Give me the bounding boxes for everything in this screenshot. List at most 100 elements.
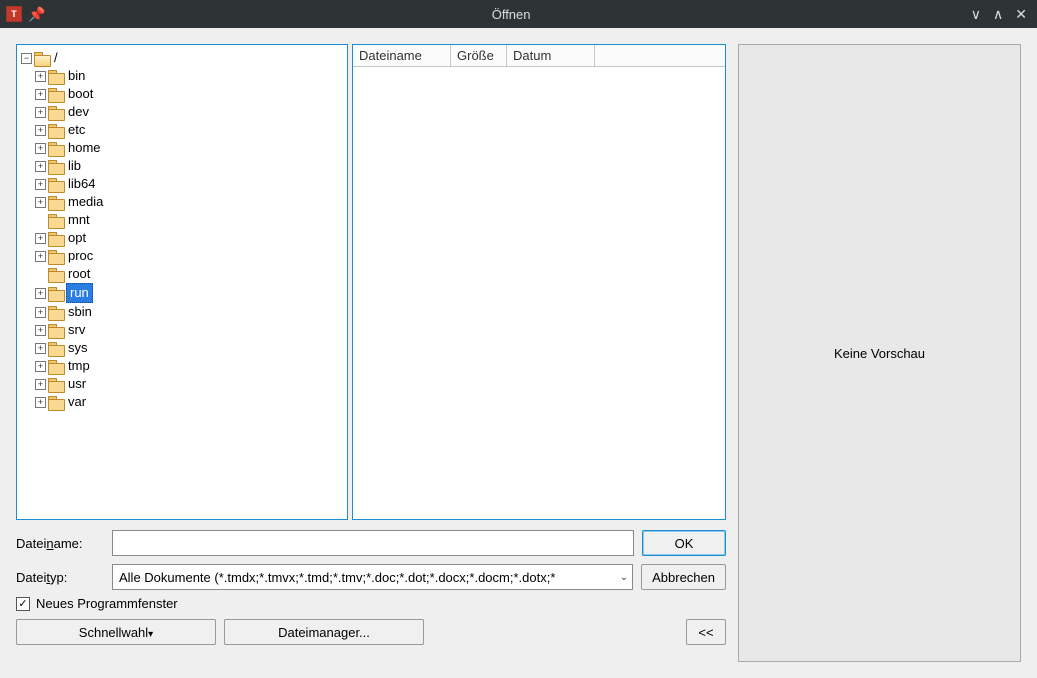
- tree-node-label: lib: [66, 157, 83, 175]
- tree-node[interactable]: +srv: [35, 321, 345, 339]
- expand-icon[interactable]: +: [35, 161, 46, 172]
- folder-icon: [48, 70, 64, 83]
- form-rows: Dateiname: OK Dateityp: Alle Dokumente (…: [16, 530, 726, 590]
- tree-node[interactable]: +opt: [35, 229, 345, 247]
- folder-icon: [48, 178, 64, 191]
- bottom-buttons: Schnellwahl Dateimanager... <<: [16, 619, 726, 645]
- collapse-preview-button[interactable]: <<: [686, 619, 726, 645]
- expand-icon[interactable]: +: [35, 179, 46, 190]
- tree-node[interactable]: mnt: [35, 211, 345, 229]
- tree-root-label: /: [52, 49, 60, 67]
- tree-node[interactable]: + sbin: [35, 303, 345, 321]
- filename-input[interactable]: [112, 530, 634, 556]
- tree-node[interactable]: + home: [35, 139, 345, 157]
- expand-icon[interactable]: +: [35, 125, 46, 136]
- tree-node[interactable]: +boot: [35, 85, 345, 103]
- tree-node[interactable]: + run: [35, 283, 345, 303]
- expand-icon[interactable]: +: [35, 251, 46, 262]
- tree-node-label: var: [66, 393, 88, 411]
- caret-down-icon: [148, 625, 153, 640]
- expand-icon[interactable]: +: [35, 143, 46, 154]
- tree-node[interactable]: + lib64: [35, 175, 345, 193]
- folder-icon: [48, 106, 64, 119]
- quick-select-button[interactable]: Schnellwahl: [16, 619, 216, 645]
- tree-node-label: lib64: [66, 175, 97, 193]
- expand-icon[interactable]: +: [35, 379, 46, 390]
- expand-icon[interactable]: +: [35, 307, 46, 318]
- expand-icon[interactable]: +: [35, 361, 46, 372]
- tree-node-label: usr: [66, 375, 88, 393]
- tree-node[interactable]: +dev: [35, 103, 345, 121]
- folder-icon: [48, 324, 64, 337]
- tree-node-label: mnt: [66, 211, 92, 229]
- new-window-checkbox[interactable]: ✓: [16, 597, 30, 611]
- tree-node[interactable]: root: [35, 265, 345, 283]
- folder-icon: [48, 88, 64, 101]
- tree-node[interactable]: +sys: [35, 339, 345, 357]
- expand-icon[interactable]: +: [35, 107, 46, 118]
- tree-node[interactable]: + usr: [35, 375, 345, 393]
- tree-node[interactable]: + var: [35, 393, 345, 411]
- file-list[interactable]: Dateiname Größe Datum: [352, 44, 726, 520]
- minimize-icon[interactable]: ∨: [971, 6, 981, 23]
- tree-node-label: home: [66, 139, 103, 157]
- expand-icon[interactable]: +: [35, 233, 46, 244]
- folder-icon: [48, 287, 64, 300]
- expand-icon[interactable]: +: [35, 89, 46, 100]
- folder-icon: [48, 232, 64, 245]
- folder-icon: [48, 160, 64, 173]
- col-filename[interactable]: Dateiname: [353, 45, 451, 67]
- col-size[interactable]: Größe: [451, 45, 507, 67]
- folder-tree[interactable]: − / +bin+boot+dev+etc+home+lib+lib64+med…: [16, 44, 348, 520]
- cancel-button[interactable]: Abbrechen: [641, 564, 726, 590]
- expand-icon[interactable]: +: [35, 325, 46, 336]
- open-dialog-window: T 📌 Öffnen ∨ ∧ ✕ − /: [0, 0, 1037, 678]
- tree-node[interactable]: + lib: [35, 157, 345, 175]
- folder-icon: [48, 306, 64, 319]
- folder-icon: [48, 142, 64, 155]
- expand-icon[interactable]: +: [35, 71, 46, 82]
- tree-node[interactable]: +bin: [35, 67, 345, 85]
- tree-node[interactable]: + tmp: [35, 357, 345, 375]
- filetype-value: Alle Dokumente (*.tmdx;*.tmvx;*.tmd;*.tm…: [119, 570, 555, 585]
- filename-row: Dateiname: OK: [16, 530, 726, 556]
- preview-panel: Keine Vorschau: [738, 44, 1021, 662]
- tree-node-label: media: [66, 193, 105, 211]
- folder-icon: [48, 214, 64, 227]
- col-spacer: [595, 45, 725, 67]
- expand-icon[interactable]: +: [35, 197, 46, 208]
- file-manager-button[interactable]: Dateimanager...: [224, 619, 424, 645]
- expand-icon[interactable]: +: [35, 288, 46, 299]
- folder-icon: [48, 342, 64, 355]
- col-date[interactable]: Datum: [507, 45, 595, 67]
- file-list-headers: Dateiname Größe Datum: [353, 45, 725, 67]
- tree-node[interactable]: +proc: [35, 247, 345, 265]
- filename-label: Dateiname:: [16, 536, 104, 551]
- tree-node-label: run: [66, 283, 93, 303]
- tree-node-label: sbin: [66, 303, 94, 321]
- maximize-icon[interactable]: ∧: [993, 6, 1003, 23]
- preview-empty-text: Keine Vorschau: [834, 346, 925, 361]
- folder-icon: [48, 378, 64, 391]
- tree-node[interactable]: + etc: [35, 121, 345, 139]
- tree-node-label: etc: [66, 121, 87, 139]
- filetype-row: Dateityp: Alle Dokumente (*.tmdx;*.tmvx;…: [16, 564, 726, 590]
- expand-icon[interactable]: +: [35, 343, 46, 354]
- folder-icon: [48, 268, 64, 281]
- new-window-row[interactable]: ✓ Neues Programmfenster: [16, 596, 726, 611]
- pin-icon[interactable]: 📌: [28, 6, 45, 23]
- window-title: Öffnen: [51, 7, 970, 22]
- folder-open-icon: [34, 52, 50, 65]
- filetype-select[interactable]: Alle Dokumente (*.tmdx;*.tmvx;*.tmd;*.tm…: [112, 564, 633, 590]
- collapse-icon[interactable]: −: [21, 53, 32, 64]
- close-icon[interactable]: ✕: [1015, 6, 1027, 23]
- ok-button[interactable]: OK: [642, 530, 726, 556]
- app-icon: T: [6, 6, 22, 22]
- tree-root-node[interactable]: − /: [21, 49, 345, 67]
- tree-node[interactable]: + media: [35, 193, 345, 211]
- expand-icon[interactable]: +: [35, 397, 46, 408]
- expander-blank: [35, 269, 46, 280]
- titlebar: T 📌 Öffnen ∨ ∧ ✕: [0, 0, 1037, 28]
- chevron-down-icon: ⌄: [620, 572, 628, 583]
- tree-node-label: tmp: [66, 357, 92, 375]
